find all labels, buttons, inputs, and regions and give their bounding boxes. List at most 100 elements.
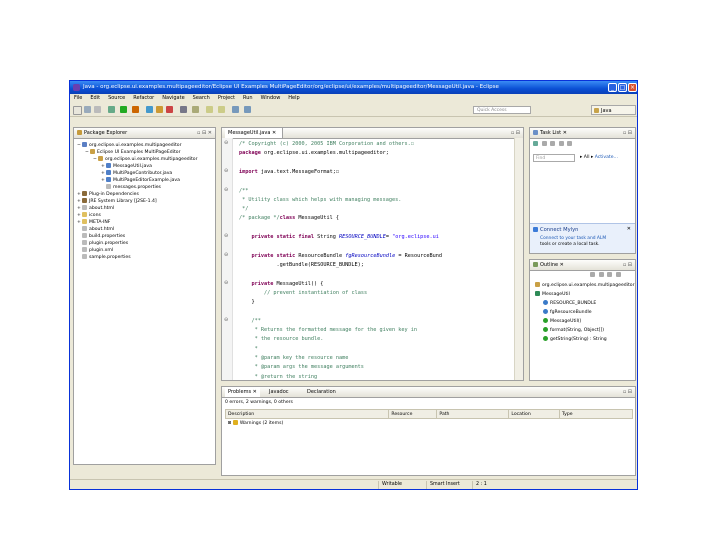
new-package-icon[interactable] — [156, 106, 163, 113]
package-explorer-tab[interactable]: Package Explorer ▫ ⊟ ✕ — [74, 128, 215, 139]
fold-toggle-icon[interactable]: ⊖ — [224, 187, 228, 193]
menu-run[interactable]: Run — [239, 94, 257, 103]
new-class-icon[interactable] — [166, 106, 173, 113]
new-icon[interactable] — [73, 106, 82, 115]
fold-toggle-icon[interactable]: ⊖ — [224, 317, 228, 323]
outline-tab[interactable]: Outline ✕ ▫ ⊟ — [530, 260, 635, 271]
close-icon[interactable]: ▫ ⊟ ✕ — [197, 128, 212, 138]
open-type-icon[interactable] — [180, 106, 187, 113]
run-icon[interactable] — [120, 106, 127, 113]
editor-vertical-scrollbar[interactable] — [514, 138, 523, 380]
menu-help[interactable]: Help — [284, 94, 303, 103]
fold-toggle-icon[interactable]: ⊖ — [224, 233, 228, 239]
editor-tab[interactable]: MessageUtil.java ✕ ▫ ⊟ — [222, 128, 523, 139]
print-icon[interactable] — [94, 106, 101, 113]
fold-toggle-icon[interactable]: ⊖ — [224, 252, 228, 258]
new-task-icon[interactable] — [533, 141, 538, 146]
external-tools-icon[interactable] — [132, 106, 139, 113]
close-icon[interactable]: ✕ — [627, 226, 631, 232]
outline-item[interactable]: getString(String) : String — [543, 336, 607, 343]
title-bar[interactable]: Java - org.eclipse.ui.examples.multipage… — [70, 81, 637, 94]
sort-icon[interactable] — [590, 272, 595, 277]
hide-static-icon[interactable] — [607, 272, 613, 277]
new-java-project-icon[interactable] — [146, 106, 153, 113]
outline-item[interactable]: MessageUtil() — [543, 318, 581, 325]
forward-icon[interactable] — [244, 106, 251, 113]
tree-item[interactable]: − org.eclipse.ui.examples.multipageeditor — [77, 142, 182, 149]
tree-item[interactable]: + icons — [77, 212, 101, 219]
filter-icon[interactable] — [541, 141, 547, 146]
tree-item[interactable]: messages.properties — [101, 184, 161, 191]
save-icon[interactable] — [84, 106, 91, 113]
menu-search[interactable]: Search — [189, 94, 214, 103]
menu-navigate[interactable]: Navigate — [158, 94, 188, 103]
maximize-button[interactable]: □ — [618, 83, 627, 92]
menu-source[interactable]: Source — [104, 94, 129, 103]
debug-icon[interactable] — [108, 106, 115, 113]
tree-item[interactable]: − org.eclipse.ui.examples.multipageeditor — [93, 156, 198, 163]
tree-item-label: org.eclipse.ui.examples.multipageeditor — [89, 143, 182, 148]
menu-refactor[interactable]: Refactor — [129, 94, 158, 103]
collapse-icon[interactable] — [550, 141, 556, 146]
minimize-icon[interactable]: ▫ ⊟ — [623, 128, 632, 138]
outline-item[interactable]: format(String, Object[]) — [543, 327, 604, 334]
column-header-type[interactable]: Type — [559, 409, 633, 419]
close-button[interactable]: × — [628, 83, 637, 92]
tree-item[interactable]: − Eclipse UI Examples MultiPageEditor — [85, 149, 180, 156]
task-filter[interactable]: ▸ All ▸ Activate... — [580, 154, 618, 162]
search-icon[interactable] — [192, 106, 199, 113]
column-header-location[interactable]: Location — [508, 409, 561, 419]
tab-javadoc[interactable]: Javadoc — [269, 387, 289, 397]
fold-toggle-icon[interactable]: ⊖ — [224, 280, 228, 286]
maximize-editor-icon[interactable]: ▫ ⊟ — [511, 128, 520, 138]
task-activate-link[interactable]: Activate... — [595, 155, 618, 160]
task-list-tab[interactable]: Task List ✕ ▫ ⊟ — [530, 128, 635, 139]
tree-item[interactable]: + about.html — [77, 205, 114, 212]
outline-item[interactable]: RESOURCE_BUNDLE — [543, 300, 596, 307]
tree-item[interactable]: + MessageUtil.java — [101, 163, 152, 170]
menu-project[interactable]: Project — [214, 94, 239, 103]
file-icon — [82, 254, 87, 259]
java-perspective-button[interactable]: Java — [591, 105, 636, 115]
expand-icon[interactable] — [558, 141, 564, 146]
menu-edit[interactable]: Edit — [86, 94, 104, 103]
tree-item[interactable]: plugin.properties — [77, 240, 128, 247]
fold-toggle-icon[interactable]: ⊖ — [224, 168, 228, 174]
annotation-next-icon[interactable] — [206, 106, 213, 113]
task-find-input[interactable]: Find — [533, 154, 575, 162]
close-icon[interactable]: ✕ — [272, 130, 276, 136]
tree-item[interactable]: + META-INF — [77, 219, 110, 226]
minimize-icon[interactable]: ▫ ⊟ — [623, 387, 632, 397]
hide-fields-icon[interactable] — [598, 272, 604, 277]
view-menu-icon[interactable] — [615, 272, 621, 277]
minimize-button[interactable]: _ — [608, 83, 617, 92]
tree-item[interactable]: plugin.xml — [77, 247, 113, 254]
tab-problems[interactable]: Problems ✕ — [225, 387, 260, 397]
outline-item[interactable]: org.eclipse.ui.examples.multipageeditor — [535, 282, 635, 289]
fold-toggle-icon[interactable]: ⊖ — [224, 140, 228, 146]
view-menu-icon[interactable] — [567, 141, 573, 146]
tree-item[interactable]: + MultiPageContributor.java — [101, 170, 172, 177]
minimize-icon[interactable]: ▫ ⊟ — [623, 260, 632, 270]
table-row[interactable]: ⊞ Warnings (2 items) — [226, 419, 633, 428]
tree-item[interactable]: build.properties — [77, 233, 125, 240]
annotation-prev-icon[interactable] — [218, 106, 225, 113]
close-icon[interactable]: ✕ — [251, 389, 257, 395]
back-icon[interactable] — [232, 106, 239, 113]
menu-window[interactable]: Window — [257, 94, 285, 103]
menu-file[interactable]: File — [70, 94, 86, 103]
tree-item[interactable]: sample.properties — [77, 254, 131, 261]
column-header-resource[interactable]: Resource — [388, 409, 438, 419]
tree-item[interactable]: + JRE System Library [J2SE-1.4] — [77, 198, 157, 205]
outline-item[interactable]: MessageUtil — [535, 291, 570, 298]
tree-item[interactable]: + Plug-in Dependencies — [77, 191, 139, 198]
tab-declaration[interactable]: Declaration — [307, 387, 336, 397]
tree-item[interactable]: + MultiPageEditorExample.java — [101, 177, 180, 184]
column-header-description[interactable]: Description — [224, 409, 390, 419]
outline-item[interactable]: fgResourceBundle — [543, 309, 592, 316]
tree-item[interactable]: about.html — [77, 226, 114, 233]
column-header-path[interactable]: Path — [436, 409, 510, 419]
quick-access-input[interactable]: Quick Access — [473, 106, 531, 114]
